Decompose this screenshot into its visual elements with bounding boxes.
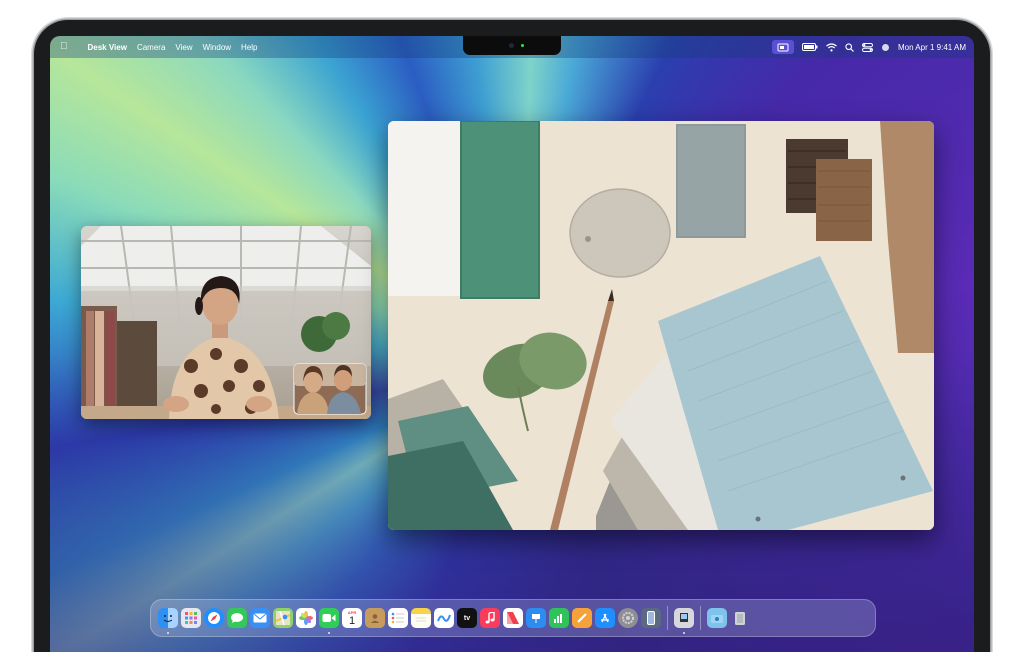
desk-view-video-feed bbox=[388, 121, 934, 530]
camera-notch bbox=[463, 36, 561, 55]
music-icon[interactable] bbox=[480, 608, 500, 628]
notes-icon[interactable] bbox=[411, 608, 431, 628]
pages-icon[interactable] bbox=[572, 608, 592, 628]
menu-help[interactable]: Help bbox=[241, 43, 257, 52]
menu-camera[interactable]: Camera bbox=[137, 43, 165, 52]
calendar-icon[interactable]: APR 1 bbox=[342, 608, 362, 628]
downloads-folder-icon[interactable] bbox=[707, 608, 727, 628]
running-indicator bbox=[683, 632, 685, 634]
safari-icon[interactable] bbox=[204, 608, 224, 628]
facetime-icon[interactable] bbox=[319, 608, 339, 634]
control-center-icon[interactable] bbox=[861, 42, 873, 52]
reminders-icon[interactable] bbox=[388, 608, 408, 628]
launchpad-icon[interactable] bbox=[181, 608, 201, 628]
menu-window[interactable]: Window bbox=[203, 43, 231, 52]
desk-view-window[interactable] bbox=[388, 121, 934, 530]
siri-icon[interactable] bbox=[881, 43, 890, 52]
preview-icon[interactable] bbox=[674, 608, 694, 634]
menu-datetime[interactable]: Mon Apr 1 9:41 AM bbox=[898, 43, 966, 52]
facetime-video-feed bbox=[81, 226, 371, 419]
menu-view[interactable]: View bbox=[175, 43, 192, 52]
news-icon[interactable] bbox=[503, 608, 523, 628]
menu-app-name[interactable]: Desk View bbox=[88, 43, 127, 52]
iphone-mirroring-icon[interactable] bbox=[641, 608, 661, 628]
search-icon[interactable] bbox=[845, 42, 854, 52]
numbers-icon[interactable] bbox=[549, 608, 569, 628]
desktop-screen:  Desk View Camera View Window Help Mon … bbox=[50, 36, 974, 652]
camera-indicator-light bbox=[521, 44, 524, 47]
dock: APR 1 tv bbox=[150, 599, 876, 637]
camera-lens bbox=[509, 43, 514, 48]
running-indicator bbox=[167, 632, 169, 634]
photos-icon[interactable] bbox=[296, 608, 316, 628]
maps-icon[interactable] bbox=[273, 608, 293, 628]
desk-view-icon[interactable] bbox=[771, 40, 794, 54]
contacts-icon[interactable] bbox=[365, 608, 385, 628]
battery-icon[interactable] bbox=[801, 43, 818, 51]
tv-icon[interactable]: tv bbox=[457, 608, 477, 628]
trash-icon[interactable] bbox=[730, 608, 750, 628]
keynote-icon[interactable] bbox=[526, 608, 546, 628]
freeform-icon[interactable] bbox=[434, 608, 454, 628]
dock-divider bbox=[700, 606, 701, 630]
finder-icon[interactable] bbox=[158, 608, 178, 634]
dock-divider bbox=[667, 606, 668, 630]
running-indicator bbox=[328, 632, 330, 634]
messages-icon[interactable] bbox=[227, 608, 247, 628]
tv-label: tv bbox=[463, 614, 471, 622]
facetime-call-window[interactable] bbox=[81, 226, 371, 419]
system-settings-icon[interactable] bbox=[618, 608, 638, 628]
wifi-icon[interactable] bbox=[826, 42, 837, 52]
app-store-icon[interactable] bbox=[595, 608, 615, 628]
apple-logo-icon[interactable]:  bbox=[60, 42, 68, 52]
mail-icon[interactable] bbox=[250, 608, 270, 628]
calendar-day: 1 bbox=[348, 614, 356, 627]
